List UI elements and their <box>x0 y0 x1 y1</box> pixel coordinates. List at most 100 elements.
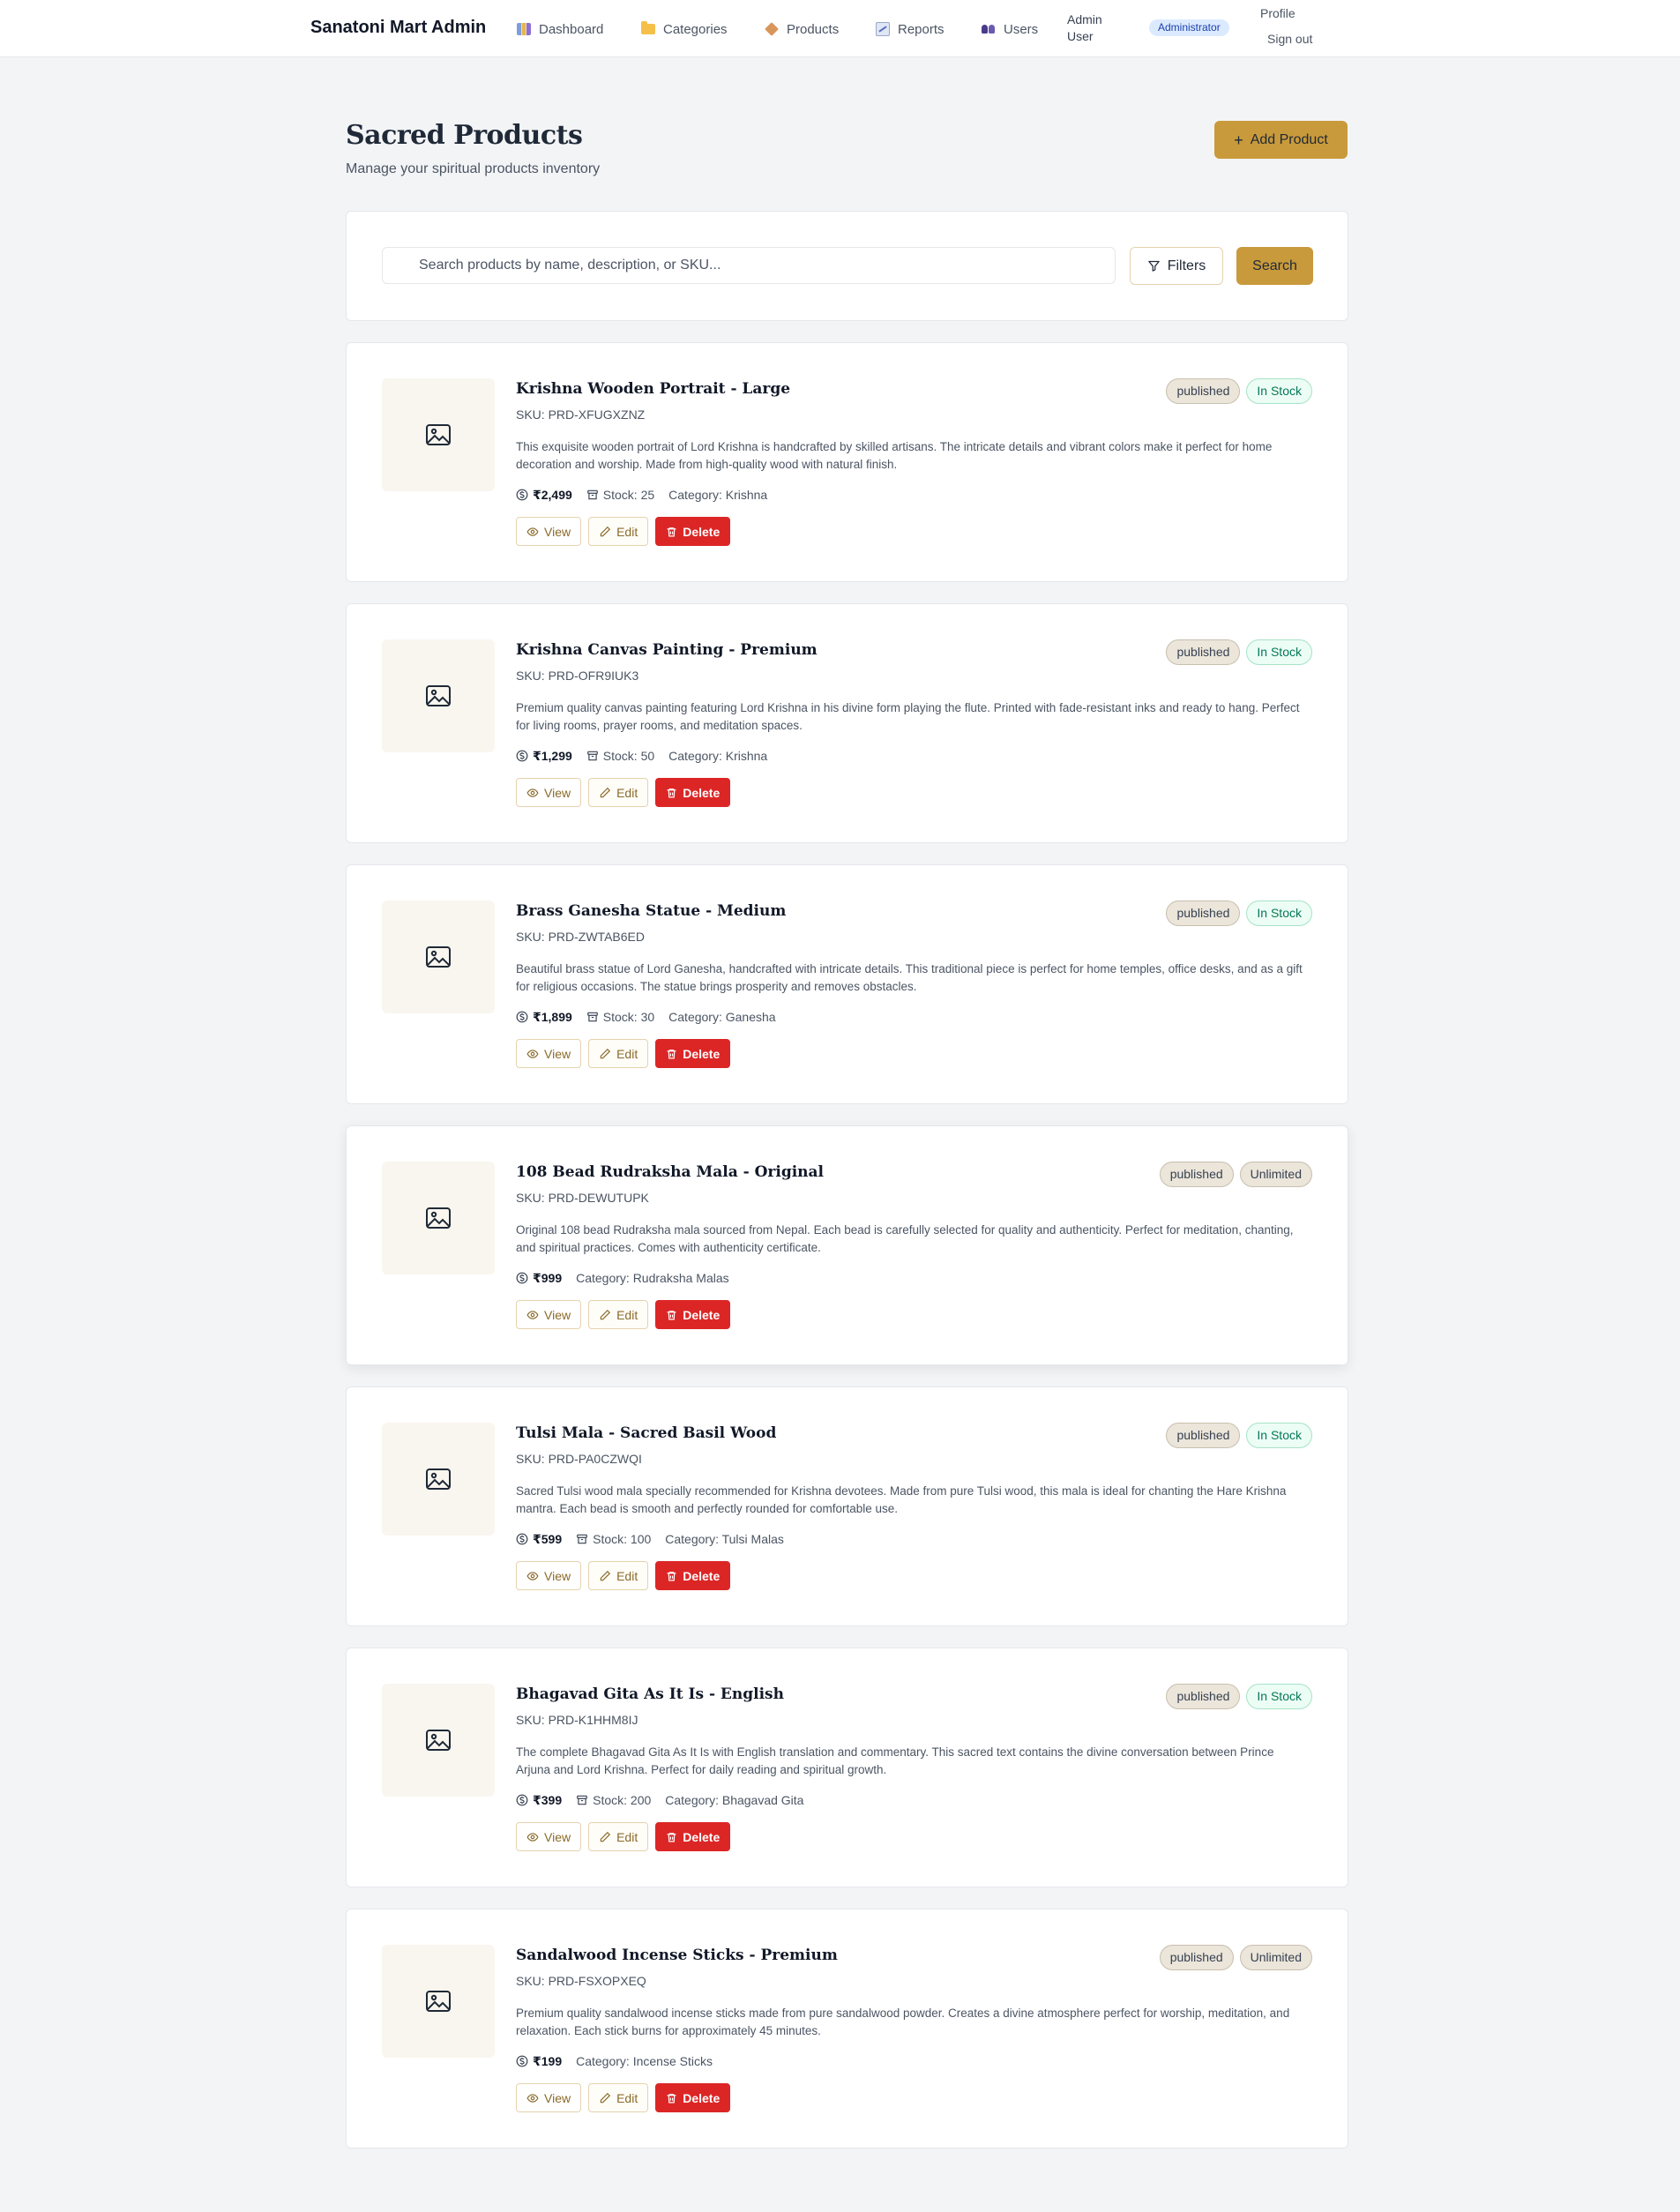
search-button[interactable]: Search <box>1236 247 1313 285</box>
stock-badge: In Stock <box>1246 639 1312 665</box>
product-badges: published In Stock <box>1166 639 1312 665</box>
edit-button[interactable]: Edit <box>588 778 649 807</box>
stock-group: Stock: 30 <box>586 1010 654 1024</box>
archive-icon <box>577 1795 587 1805</box>
delete-button[interactable]: Delete <box>655 517 731 546</box>
delete-button[interactable]: Delete <box>655 1039 731 1068</box>
pencil-icon <box>600 1309 611 1319</box>
eye-icon <box>526 1571 539 1581</box>
nav-dashboard[interactable]: Dashboard <box>517 19 603 39</box>
filters-button[interactable]: Filters <box>1130 247 1223 285</box>
product-title[interactable]: Krishna Canvas Painting - Premium <box>516 641 818 659</box>
brand-title[interactable]: Sanatoni Mart Admin <box>310 18 486 38</box>
delete-label: Delete <box>683 2090 721 2105</box>
search-panel: Filters Search <box>346 211 1348 321</box>
image-icon <box>426 1991 451 2012</box>
product-category: Category: Rudraksha Malas <box>576 1271 729 1285</box>
edit-button[interactable]: Edit <box>588 1822 649 1851</box>
delete-button[interactable]: Delete <box>655 1561 731 1590</box>
product-stock: Stock: 100 <box>593 1532 652 1546</box>
edit-button[interactable]: Edit <box>588 1300 649 1329</box>
product-title[interactable]: Bhagavad Gita As It Is - English <box>516 1685 784 1703</box>
view-button[interactable]: View <box>516 1039 582 1068</box>
price-group: ₹599 <box>516 1532 562 1547</box>
edit-label: Edit <box>616 785 638 800</box>
archive-icon <box>586 751 598 761</box>
product-sku: SKU: PRD-FSXOPXEQ <box>516 1974 646 1988</box>
product-card: Krishna Wooden Portrait - Large SKU: PRD… <box>346 342 1348 582</box>
nav-reports[interactable]: Reports <box>876 19 945 39</box>
product-meta: ₹599 Stock: 100 Category: Tulsi Malas <box>516 1530 784 1548</box>
nav-products-label: Products <box>787 21 840 37</box>
price-group: ₹2,499 <box>516 488 572 503</box>
view-button[interactable]: View <box>516 778 582 807</box>
filters-label: Filters <box>1167 258 1206 273</box>
product-card: Krishna Canvas Painting - Premium SKU: P… <box>346 603 1348 843</box>
pencil-icon <box>600 2092 611 2103</box>
nav-reports-label: Reports <box>898 21 945 37</box>
pencil-icon <box>600 1048 611 1058</box>
product-image-placeholder <box>382 378 495 491</box>
view-label: View <box>544 1829 571 1844</box>
delete-button[interactable]: Delete <box>655 1822 731 1851</box>
stock-badge: Unlimited <box>1239 1162 1312 1187</box>
product-title[interactable]: Tulsi Mala - Sacred Basil Wood <box>516 1424 776 1442</box>
nav-users[interactable]: Users <box>982 19 1038 39</box>
eye-icon <box>526 1832 539 1842</box>
nav-categories[interactable]: Categories <box>641 19 728 39</box>
product-price: ₹199 <box>533 2053 563 2068</box>
view-button[interactable]: View <box>516 517 582 546</box>
view-label: View <box>544 1046 571 1061</box>
delete-button[interactable]: Delete <box>655 2083 731 2112</box>
dollar-icon <box>516 2055 528 2067</box>
edit-button[interactable]: Edit <box>588 517 649 546</box>
stock-group: Stock: 25 <box>586 488 654 502</box>
trash-icon <box>667 2093 676 2103</box>
product-sku: SKU: PRD-OFR9IUK3 <box>516 669 639 683</box>
delete-button[interactable]: Delete <box>655 778 731 807</box>
product-title[interactable]: Brass Ganesha Statue - Medium <box>516 902 786 920</box>
product-title[interactable]: Sandalwood Incense Sticks - Premium <box>516 1947 838 1964</box>
product-description: Original 108 bead Rudraksha mala sourced… <box>516 1223 1294 1254</box>
view-label: View <box>544 1307 571 1322</box>
stock-group: Stock: 50 <box>586 749 654 763</box>
view-label: View <box>544 2090 571 2105</box>
price-group: ₹1,299 <box>516 749 572 764</box>
product-description: Sacred Tulsi wood mala specially recomme… <box>516 1484 1287 1515</box>
product-title[interactable]: 108 Bead Rudraksha Mala - Original <box>516 1163 824 1181</box>
delete-button[interactable]: Delete <box>655 1300 731 1329</box>
sign-out-link[interactable]: Sign out <box>1267 32 1312 46</box>
delete-label: Delete <box>683 524 721 539</box>
view-button[interactable]: View <box>516 2083 582 2112</box>
edit-button[interactable]: Edit <box>588 1561 649 1590</box>
eye-icon <box>526 2093 539 2103</box>
product-badges: published In Stock <box>1166 1684 1312 1709</box>
product-title[interactable]: Krishna Wooden Portrait - Large <box>516 380 790 398</box>
folder-icon <box>641 21 655 34</box>
product-card: Brass Ganesha Statue - Medium SKU: PRD-Z… <box>346 864 1348 1104</box>
product-badges: published In Stock <box>1166 900 1312 926</box>
edit-button[interactable]: Edit <box>588 1039 649 1068</box>
search-input[interactable] <box>382 247 1116 284</box>
dollar-icon <box>516 489 528 501</box>
edit-button[interactable]: Edit <box>588 2083 649 2112</box>
profile-link[interactable]: Profile <box>1260 6 1295 20</box>
pencil-icon <box>600 1570 611 1581</box>
product-actions: View Edit Delete <box>516 1039 731 1068</box>
dollar-icon <box>516 1794 528 1806</box>
view-label: View <box>544 524 571 539</box>
view-button[interactable]: View <box>516 1300 582 1329</box>
product-meta: ₹999 Category: Rudraksha Malas <box>516 1269 729 1287</box>
product-price: ₹2,499 <box>533 487 572 502</box>
product-description: Beautiful brass statue of Lord Ganesha, … <box>516 962 1303 993</box>
view-label: View <box>544 785 571 800</box>
filter-icon <box>1147 260 1160 272</box>
delete-label: Delete <box>683 1046 721 1061</box>
product-card: Bhagavad Gita As It Is - English SKU: PR… <box>346 1648 1348 1887</box>
add-product-button[interactable]: + Add Product <box>1214 121 1348 159</box>
nav-products[interactable]: Products <box>765 19 839 39</box>
product-category: Category: Incense Sticks <box>576 2054 713 2068</box>
view-button[interactable]: View <box>516 1822 582 1851</box>
view-button[interactable]: View <box>516 1561 582 1590</box>
edit-label: Edit <box>616 1568 638 1583</box>
